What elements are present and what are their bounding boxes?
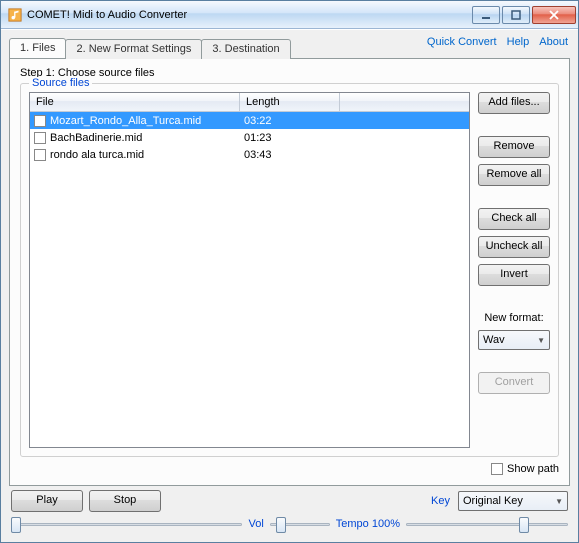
file-name: Mozart_Rondo_Alla_Turca.mid	[50, 115, 238, 127]
key-label: Key	[431, 495, 450, 507]
row-checkbox[interactable]	[34, 132, 46, 144]
new-format-select[interactable]: Wav ▼	[478, 330, 550, 350]
minimize-button[interactable]	[472, 6, 500, 24]
row-checkbox[interactable]	[34, 149, 46, 161]
file-length: 01:23	[238, 132, 338, 144]
row-checkbox[interactable]	[34, 115, 46, 127]
app-window: COMET! Midi to Audio Converter Quick Con…	[0, 0, 579, 543]
titlebar[interactable]: COMET! Midi to Audio Converter	[1, 1, 578, 29]
check-all-button[interactable]: Check all	[478, 208, 550, 230]
file-list-body: Mozart_Rondo_Alla_Turca.mid03:22BachBadi…	[30, 112, 469, 447]
file-length: 03:43	[238, 149, 338, 161]
slider-thumb[interactable]	[519, 517, 529, 533]
column-file[interactable]: File	[30, 93, 240, 111]
table-row[interactable]: Mozart_Rondo_Alla_Turca.mid03:22	[30, 112, 469, 129]
position-slider[interactable]	[11, 514, 242, 534]
tab-format-settings[interactable]: 2. New Format Settings	[65, 39, 202, 59]
file-name: rondo ala turca.mid	[50, 149, 238, 161]
sliders-row: Vol Tempo 100%	[9, 514, 570, 536]
chevron-down-icon: ▼	[555, 497, 563, 506]
fieldset-label: Source files	[29, 77, 92, 89]
invert-button[interactable]: Invert	[478, 264, 550, 286]
window-title: COMET! Midi to Audio Converter	[27, 9, 470, 21]
source-files-group: Source files File Length Mozart_Rondo_Al…	[20, 83, 559, 457]
new-format-value: Wav	[483, 334, 505, 346]
tab-files[interactable]: 1. Files	[9, 38, 66, 58]
show-path-label: Show path	[507, 463, 559, 475]
uncheck-all-button[interactable]: Uncheck all	[478, 236, 550, 258]
play-button[interactable]: Play	[11, 490, 83, 512]
maximize-button[interactable]	[502, 6, 530, 24]
file-list[interactable]: File Length Mozart_Rondo_Alla_Turca.mid0…	[29, 92, 470, 448]
content-area: Quick Convert Help About 1. Files 2. New…	[1, 29, 578, 542]
tempo-slider[interactable]	[406, 514, 568, 534]
step-label: Step 1: Choose source files	[20, 67, 559, 79]
remove-all-button[interactable]: Remove all	[478, 164, 550, 186]
app-icon	[7, 7, 23, 23]
new-format-label: New format:	[478, 312, 550, 324]
volume-slider[interactable]	[270, 514, 330, 534]
slider-thumb[interactable]	[11, 517, 21, 533]
close-button[interactable]	[532, 6, 576, 24]
tab-body: Step 1: Choose source files Source files…	[9, 58, 570, 486]
column-length[interactable]: Length	[240, 93, 340, 111]
remove-button[interactable]: Remove	[478, 136, 550, 158]
tab-destination[interactable]: 3. Destination	[201, 39, 290, 59]
stop-button[interactable]: Stop	[89, 490, 161, 512]
add-files-button[interactable]: Add files...	[478, 92, 550, 114]
table-row[interactable]: BachBadinerie.mid01:23	[30, 129, 469, 146]
tempo-label: Tempo 100%	[336, 518, 400, 530]
playback-bar: Play Stop Key Original Key ▼	[9, 486, 570, 512]
file-name: BachBadinerie.mid	[50, 132, 238, 144]
table-row[interactable]: rondo ala turca.mid03:43	[30, 146, 469, 163]
show-path-row: Show path	[20, 463, 559, 475]
file-length: 03:22	[238, 115, 338, 127]
convert-button[interactable]: Convert	[478, 372, 550, 394]
tab-strip: 1. Files 2. New Format Settings 3. Desti…	[9, 38, 570, 58]
file-list-header: File Length	[30, 93, 469, 112]
show-path-checkbox[interactable]	[491, 463, 503, 475]
key-select[interactable]: Original Key ▼	[458, 491, 568, 511]
window-controls	[470, 6, 576, 24]
chevron-down-icon: ▼	[537, 336, 545, 345]
slider-thumb[interactable]	[276, 517, 286, 533]
key-value: Original Key	[463, 495, 523, 507]
vol-label: Vol	[248, 518, 263, 530]
sidebar-buttons: Add files... Remove Remove all Check all…	[478, 92, 550, 448]
